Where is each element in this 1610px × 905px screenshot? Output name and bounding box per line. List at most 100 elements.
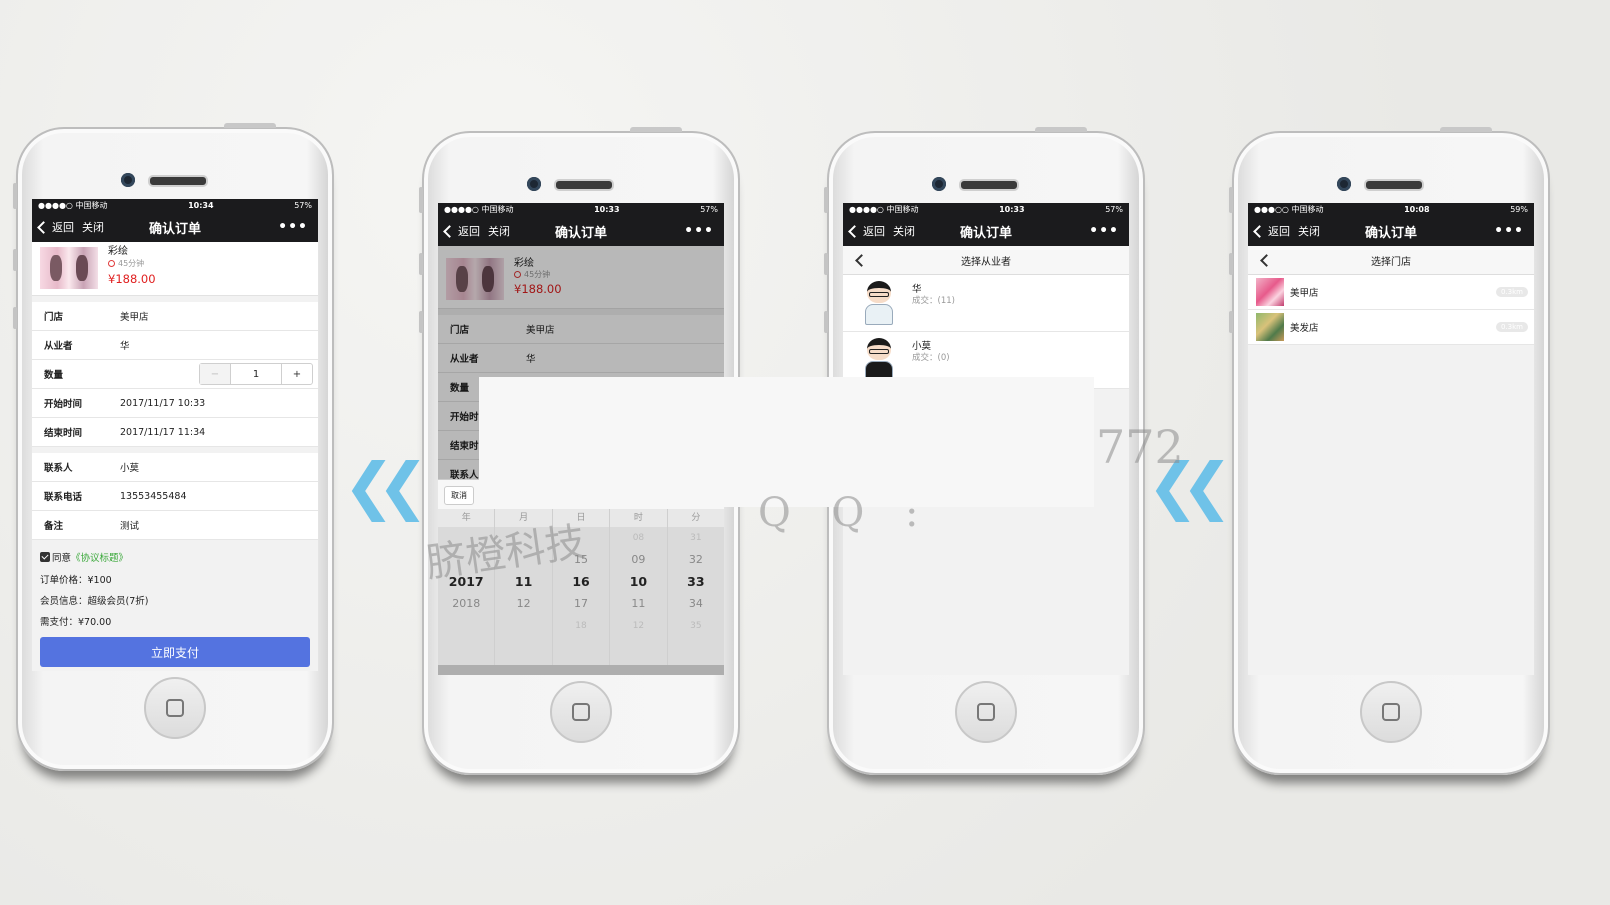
home-button: [144, 677, 206, 739]
decrement-button[interactable]: −: [200, 364, 231, 384]
date-time-picker[interactable]: 年 2017 2018 月 11 12 日 15 16 17 18 时 08 0…: [438, 509, 724, 665]
chevron-left-icon[interactable]: [855, 254, 868, 267]
close-button[interactable]: 关闭: [82, 219, 104, 235]
picker-column-month[interactable]: 月 11 12: [495, 509, 553, 665]
field-end-time[interactable]: 结束时间 2017/11/17 11:34: [32, 418, 318, 447]
picker-selected: 10: [629, 574, 648, 589]
order-price: 订单价格：¥100: [40, 575, 112, 586]
field-value: 2017/11/17 11:34: [120, 426, 206, 438]
picker-column-year[interactable]: 年 2017 2018: [438, 509, 496, 665]
mute-switch: [824, 187, 828, 213]
picker-cancel-button[interactable]: 取消: [444, 485, 474, 505]
volume-down-button: [13, 307, 17, 329]
back-button[interactable]: 返回: [848, 223, 885, 239]
home-square-icon: [572, 703, 590, 721]
mute-switch: [1229, 187, 1233, 213]
field-label: 开始时间: [44, 399, 83, 410]
picker-item: 12: [516, 597, 531, 610]
agree-checkbox[interactable]: [40, 552, 50, 562]
product-card: 彩绘 45分钟 ¥188.00: [32, 242, 318, 296]
practitioner-name: 小莫: [912, 341, 932, 352]
practitioner-item[interactable]: 华 成交：(11): [843, 275, 1129, 332]
page-title: 确认订单: [959, 225, 1012, 241]
clock: 10:34: [188, 201, 214, 210]
picker-item: [553, 527, 609, 549]
picker-item: 09: [631, 553, 646, 566]
battery: 59%: [1510, 205, 1528, 214]
double-chevron-left-icon: ❮❮: [1147, 449, 1233, 522]
field-store[interactable]: 门店 美甲店: [32, 302, 318, 331]
more-icon[interactable]: •••: [1089, 223, 1119, 239]
store-distance: 0.3km: [1495, 322, 1528, 332]
agreement-link[interactable]: 《协议标题》: [71, 550, 128, 564]
column-head: 分: [667, 509, 724, 527]
earpiece: [1364, 179, 1424, 191]
nav-bar: 返回 关闭 确认订单 •••: [843, 216, 1129, 246]
volume-down-button: [824, 311, 828, 333]
increment-button[interactable]: +: [281, 364, 312, 384]
picker-column-day[interactable]: 日 15 16 17 18: [552, 509, 611, 665]
field-value: 华: [120, 341, 130, 352]
duration-text: 45分钟: [118, 259, 145, 268]
close-button[interactable]: 关闭: [893, 223, 915, 239]
chevron-left-icon[interactable]: [1260, 254, 1273, 267]
front-camera: [932, 177, 946, 191]
close-button[interactable]: 关闭: [488, 223, 510, 239]
volume-up-button: [824, 253, 828, 275]
status-bar: ●●●●○ 中国移动 10:33 57%: [438, 203, 724, 216]
field-value: 13553455484: [120, 490, 187, 502]
back-button[interactable]: 返回: [443, 223, 480, 239]
agree-label: 同意: [52, 553, 72, 564]
column-head: 时: [610, 509, 667, 527]
quantity-input[interactable]: 1: [231, 364, 281, 384]
picker-item: 11: [631, 597, 646, 610]
back-button[interactable]: 返回: [37, 219, 74, 235]
earpiece: [959, 179, 1019, 191]
more-icon[interactable]: •••: [684, 223, 714, 239]
store-name: 美发店: [1290, 323, 1319, 334]
field-remark[interactable]: 备注 测试: [32, 511, 318, 540]
pay-now-button[interactable]: 立即支付: [40, 637, 310, 667]
mute-switch: [13, 183, 17, 209]
field-start-time[interactable]: 开始时间 2017/11/17 10:33: [32, 389, 318, 418]
home-square-icon: [166, 699, 184, 717]
field-value: 测试: [120, 521, 140, 532]
more-icon[interactable]: •••: [278, 219, 308, 235]
product-image: [40, 247, 98, 289]
clock-icon: [108, 260, 115, 267]
contact-fields: 联系人 小莫 联系电话 13553455484 备注 测试: [32, 453, 318, 540]
chevron-left-icon: [37, 220, 50, 234]
field-phone[interactable]: 联系电话 13553455484: [32, 482, 318, 511]
product-duration: 45分钟: [108, 258, 144, 269]
sub-title: 选择门店: [1371, 256, 1411, 268]
field-label: 门店: [44, 312, 64, 323]
earpiece: [148, 175, 208, 187]
field-contact[interactable]: 联系人 小莫: [32, 453, 318, 482]
clock: 10:33: [999, 205, 1025, 214]
front-camera: [527, 177, 541, 191]
field-practitioner[interactable]: 从业者 华: [32, 331, 318, 360]
picker-column-minute[interactable]: 分 31 32 33 34 35: [667, 509, 724, 665]
power-button: [1440, 127, 1492, 132]
nav-bar: 返回 关闭 确认订单 •••: [1248, 216, 1534, 246]
front-camera: [1337, 177, 1351, 191]
column-head: 年: [438, 509, 495, 527]
home-button: [1360, 681, 1422, 743]
picker-item: 35: [690, 621, 702, 631]
field-label: 联系人: [44, 463, 73, 474]
picker-column-hour[interactable]: 时 08 09 10 11 12: [610, 509, 668, 665]
picker-item: 08: [632, 533, 645, 543]
status-bar: ●●●●○ 中国移动 10:34 57%: [32, 199, 318, 212]
store-item[interactable]: 美甲店 0.3km: [1248, 275, 1534, 310]
carrier: ●●●●○ 中国移动: [444, 205, 514, 214]
back-button[interactable]: 返回: [1253, 223, 1290, 239]
volume-up-button: [1229, 253, 1233, 275]
nav-bar: 返回 关闭 确认订单 •••: [32, 212, 318, 242]
member-info: 会员信息：超级会员(7折): [40, 596, 149, 607]
clock: 10:33: [594, 205, 620, 214]
close-button[interactable]: 关闭: [1298, 223, 1320, 239]
field-value: 2017/11/17 10:33: [120, 397, 206, 409]
store-item[interactable]: 美发店 0.3km: [1248, 310, 1534, 345]
volume-up-button: [419, 253, 423, 275]
more-icon[interactable]: •••: [1494, 223, 1524, 239]
